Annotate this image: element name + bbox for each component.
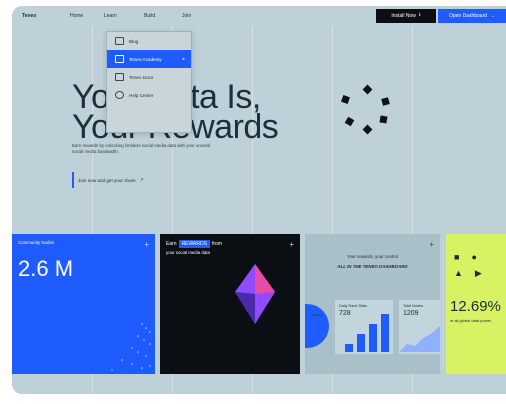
dropdown-item-teneo-academy[interactable]: Teneo Academy ▸ xyxy=(107,50,191,68)
deco-square xyxy=(362,124,373,135)
join-now-cta[interactable]: Join now and get your share ↗ xyxy=(72,172,144,188)
dropdown-item-teneo-docs[interactable]: Teneo Docs xyxy=(107,68,191,86)
pie-chart-graphic xyxy=(305,304,329,348)
install-now-button[interactable]: Install Now ⭳ xyxy=(376,9,436,23)
deco-square xyxy=(341,95,350,104)
earn-prefix: Earn xyxy=(166,241,177,247)
community-nodes-card: Community Nodes 2.6 M + xyxy=(12,234,155,374)
deco-square xyxy=(381,97,390,106)
nav-learn[interactable]: Learn xyxy=(104,13,117,19)
docs-icon xyxy=(115,73,124,81)
daily-rank-value: 728 xyxy=(339,310,351,317)
cta-label: Join now and get your share xyxy=(78,177,136,183)
logo[interactable]: Teneo xyxy=(22,13,36,19)
top-navigation: Teneo Home Learn Build Join Install Now … xyxy=(12,6,506,26)
browser-frame: Teneo Home Learn Build Join Install Now … xyxy=(12,6,506,394)
discord-icon: ● xyxy=(471,252,477,262)
blog-icon xyxy=(115,37,124,45)
plus-icon: + xyxy=(429,240,434,249)
dashboard-subtitle: ALL IN THE TENEO DASHBOARD xyxy=(337,264,408,269)
bar xyxy=(381,314,389,352)
nav-build[interactable]: Build xyxy=(144,13,155,19)
install-now-label: Install Now xyxy=(391,13,416,19)
social-icons-row: ▲ ▶ xyxy=(454,268,482,279)
earn-suffix: from xyxy=(211,241,222,247)
crystal-illustration xyxy=(235,264,275,324)
total-nodes-value: 1209 xyxy=(403,310,419,317)
hero-subtitle: Earn rewards by unlocking limitless soci… xyxy=(72,143,211,154)
plus-icon: + xyxy=(144,240,149,249)
area-chart-graphic xyxy=(399,326,440,352)
deco-square xyxy=(362,84,373,95)
earn-rewards-heading: Earn REWARDS from xyxy=(166,240,222,248)
bar xyxy=(369,324,377,352)
youtube-icon: ▶ xyxy=(474,268,482,278)
dropdown-item-label: Teneo Academy xyxy=(129,56,162,62)
daily-rank-label: Daily Rank Stats xyxy=(339,304,368,308)
dropdown-item-label: Blog xyxy=(129,38,139,44)
help-icon xyxy=(115,91,124,99)
earn-rewards-subtext: your social media data xyxy=(166,250,210,255)
total-nodes-label: Total Nodes xyxy=(403,304,424,308)
bell-icon: ▲ xyxy=(454,268,463,278)
dashboard-promo-card: Your rewards, your control ALL IN THE TE… xyxy=(305,234,440,374)
dot-pattern-graphic xyxy=(111,323,151,371)
dropdown-item-label: Help Center xyxy=(129,92,154,98)
rewards-badge: REWARDS xyxy=(178,240,210,248)
dropdown-item-blog[interactable]: Blog xyxy=(107,32,191,50)
global-power-label: of all global data power xyxy=(450,318,492,323)
social-icon: ■ xyxy=(454,252,460,262)
global-power-value: 12.69% xyxy=(450,298,501,315)
download-icon: ⭳ xyxy=(418,12,421,18)
daily-rank-panel: Daily Rank Stats 728 xyxy=(335,300,393,354)
arrow-right-icon: → xyxy=(490,13,496,19)
arrow-up-right-icon: ↗ xyxy=(139,177,144,182)
pie-label: Nodes xyxy=(311,312,323,317)
nav-join[interactable]: Join xyxy=(182,13,191,19)
chevron-right-icon: ▸ xyxy=(182,56,185,61)
nav-home[interactable]: Home xyxy=(70,13,83,19)
community-nodes-label: Community Nodes xyxy=(18,240,55,245)
bar xyxy=(357,334,365,352)
total-nodes-panel: Total Nodes 1209 xyxy=(399,300,440,354)
global-power-card: ■ ● ▲ ▶ 12.69% of all global data power xyxy=(446,234,506,374)
dropdown-item-help-center[interactable]: Help Center xyxy=(107,86,191,104)
earn-rewards-card: Earn REWARDS from your social media data… xyxy=(160,234,300,374)
cta-accent-bar xyxy=(72,172,74,188)
academy-icon xyxy=(115,55,124,63)
learn-dropdown-menu: Blog Teneo Academy ▸ Teneo Docs Help Cen… xyxy=(106,31,192,133)
plus-icon: + xyxy=(289,240,294,249)
deco-square xyxy=(344,116,355,127)
dropdown-item-label: Teneo Docs xyxy=(129,74,154,80)
dashboard-title: Your rewards, your control xyxy=(346,254,399,259)
deco-square xyxy=(379,115,388,124)
decorative-squares-graphic xyxy=(341,84,392,136)
open-dashboard-button[interactable]: Open Dashboard → xyxy=(438,9,506,23)
social-icons-row: ■ ● xyxy=(454,252,477,262)
bar xyxy=(345,344,353,352)
open-dashboard-label: Open Dashboard xyxy=(448,13,488,19)
